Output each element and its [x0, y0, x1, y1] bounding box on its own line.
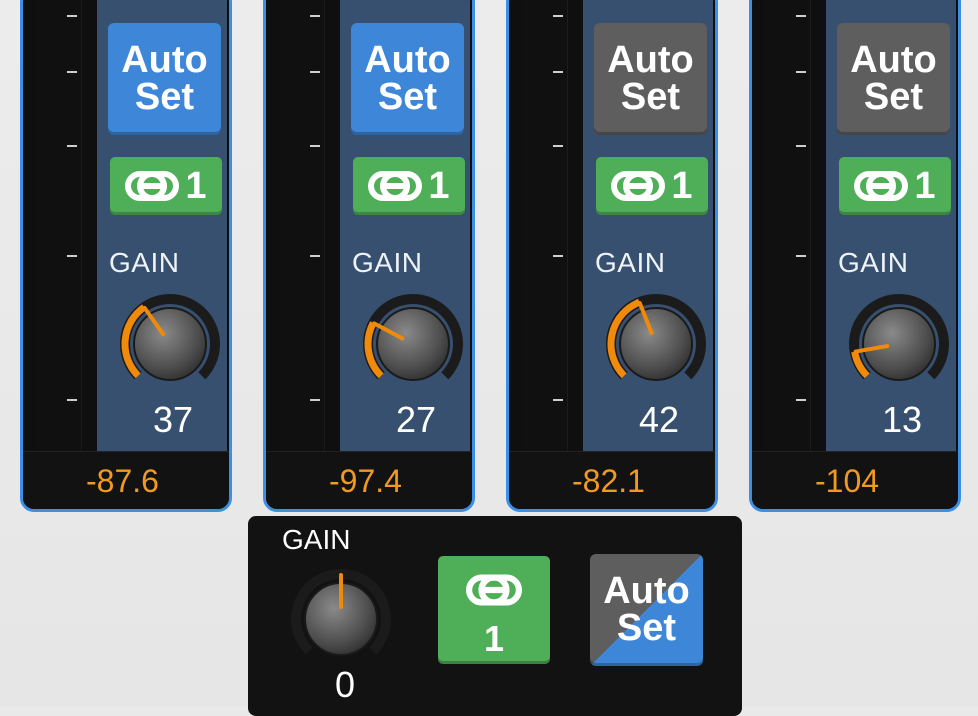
master-gain-label: GAIN: [282, 524, 351, 555]
link-icon: [125, 171, 180, 201]
knob-body: [376, 307, 450, 381]
autoset-label-line1: Auto: [121, 39, 208, 81]
link-button[interactable]: 1: [353, 157, 465, 215]
meter-tick: [796, 71, 806, 73]
channel-strip-3: Auto Set 1 GAIN 42 -82.1: [506, 0, 718, 512]
master-gain-knob[interactable]: [286, 564, 396, 674]
link-group-number: 1: [914, 165, 936, 207]
link-group-number: 1: [185, 165, 207, 207]
meter-tick: [310, 15, 320, 17]
master-link-group-number: 1: [483, 618, 505, 659]
gain-label: GAIN: [352, 247, 423, 278]
level-readout: -97.4: [266, 451, 472, 509]
meter-tick: [310, 71, 320, 73]
link-icon: [368, 171, 423, 201]
level-meter: [766, 0, 811, 451]
link-icon: [854, 171, 909, 201]
meter-tick: [67, 71, 77, 73]
master-gain-value: 0: [334, 664, 356, 705]
channel-strip-2: Auto Set 1 GAIN 27 -97.4: [263, 0, 475, 512]
meter-tick: [796, 145, 806, 147]
gain-label: GAIN: [838, 247, 909, 278]
autoset-button[interactable]: Auto Set: [351, 23, 464, 135]
meter-tick: [553, 255, 563, 257]
link-icon: [466, 574, 522, 606]
link-button[interactable]: 1: [110, 157, 222, 215]
level-meter: [523, 0, 568, 451]
autoset-label-line2: Set: [134, 76, 195, 118]
meter-tick: [310, 399, 320, 401]
autoset-label-line1: Auto: [603, 570, 690, 612]
meter-tick: [796, 399, 806, 401]
gain-value: 37: [152, 399, 194, 440]
level-meter: [280, 0, 325, 451]
gain-value: 42: [638, 399, 680, 440]
meter-tick: [553, 15, 563, 17]
level-meter: [37, 0, 82, 451]
level-readout: -104: [752, 451, 958, 509]
link-icon: [611, 171, 666, 201]
link-group-number: 1: [428, 165, 450, 207]
meter-tick: [310, 145, 320, 147]
knob-body: [862, 307, 936, 381]
meter-tick: [67, 399, 77, 401]
gain-label: GAIN: [595, 247, 666, 278]
autoset-label-line2: Set: [863, 76, 924, 118]
meter-tick: [310, 255, 320, 257]
meter-tick: [553, 71, 563, 73]
knob-body: [619, 307, 693, 381]
gain-label: GAIN: [109, 247, 180, 278]
channel-strip-4: Auto Set 1 GAIN 13 -104: [749, 0, 961, 512]
meter-tick: [67, 255, 77, 257]
meter-tick: [796, 255, 806, 257]
link-group-number: 1: [671, 165, 693, 207]
autoset-label-line2: Set: [620, 76, 681, 118]
gain-value: 27: [395, 399, 437, 440]
master-autoset-button[interactable]: Auto Set: [590, 554, 703, 666]
level-readout: -87.6: [23, 451, 229, 509]
autoset-label-line2: Set: [616, 607, 677, 649]
autoset-button[interactable]: Auto Set: [108, 23, 221, 135]
autoset-label-line1: Auto: [607, 39, 694, 81]
master-gain-panel: GAIN 0 1 Auto Set: [248, 516, 742, 716]
knob-body: [133, 307, 207, 381]
gain-knob[interactable]: [601, 289, 711, 399]
meter-tick: [67, 145, 77, 147]
link-button[interactable]: 1: [596, 157, 708, 215]
meter-tick: [67, 15, 77, 17]
autoset-label-line1: Auto: [850, 39, 937, 81]
meter-tick: [553, 145, 563, 147]
meter-tick: [553, 399, 563, 401]
autoset-button[interactable]: Auto Set: [837, 23, 950, 135]
autoset-label-line1: Auto: [364, 39, 451, 81]
level-readout: -82.1: [509, 451, 715, 509]
master-link-button[interactable]: 1: [438, 556, 550, 664]
gain-knob[interactable]: [358, 289, 468, 399]
gain-value: 13: [881, 399, 923, 440]
link-button[interactable]: 1: [839, 157, 951, 215]
gain-knob[interactable]: [115, 289, 225, 399]
channel-strip-1: Auto Set 1 GAIN 37 -87.6: [20, 0, 232, 512]
autoset-label-line2: Set: [377, 76, 438, 118]
meter-tick: [796, 15, 806, 17]
gain-knob[interactable]: [844, 289, 954, 399]
autoset-button[interactable]: Auto Set: [594, 23, 707, 135]
